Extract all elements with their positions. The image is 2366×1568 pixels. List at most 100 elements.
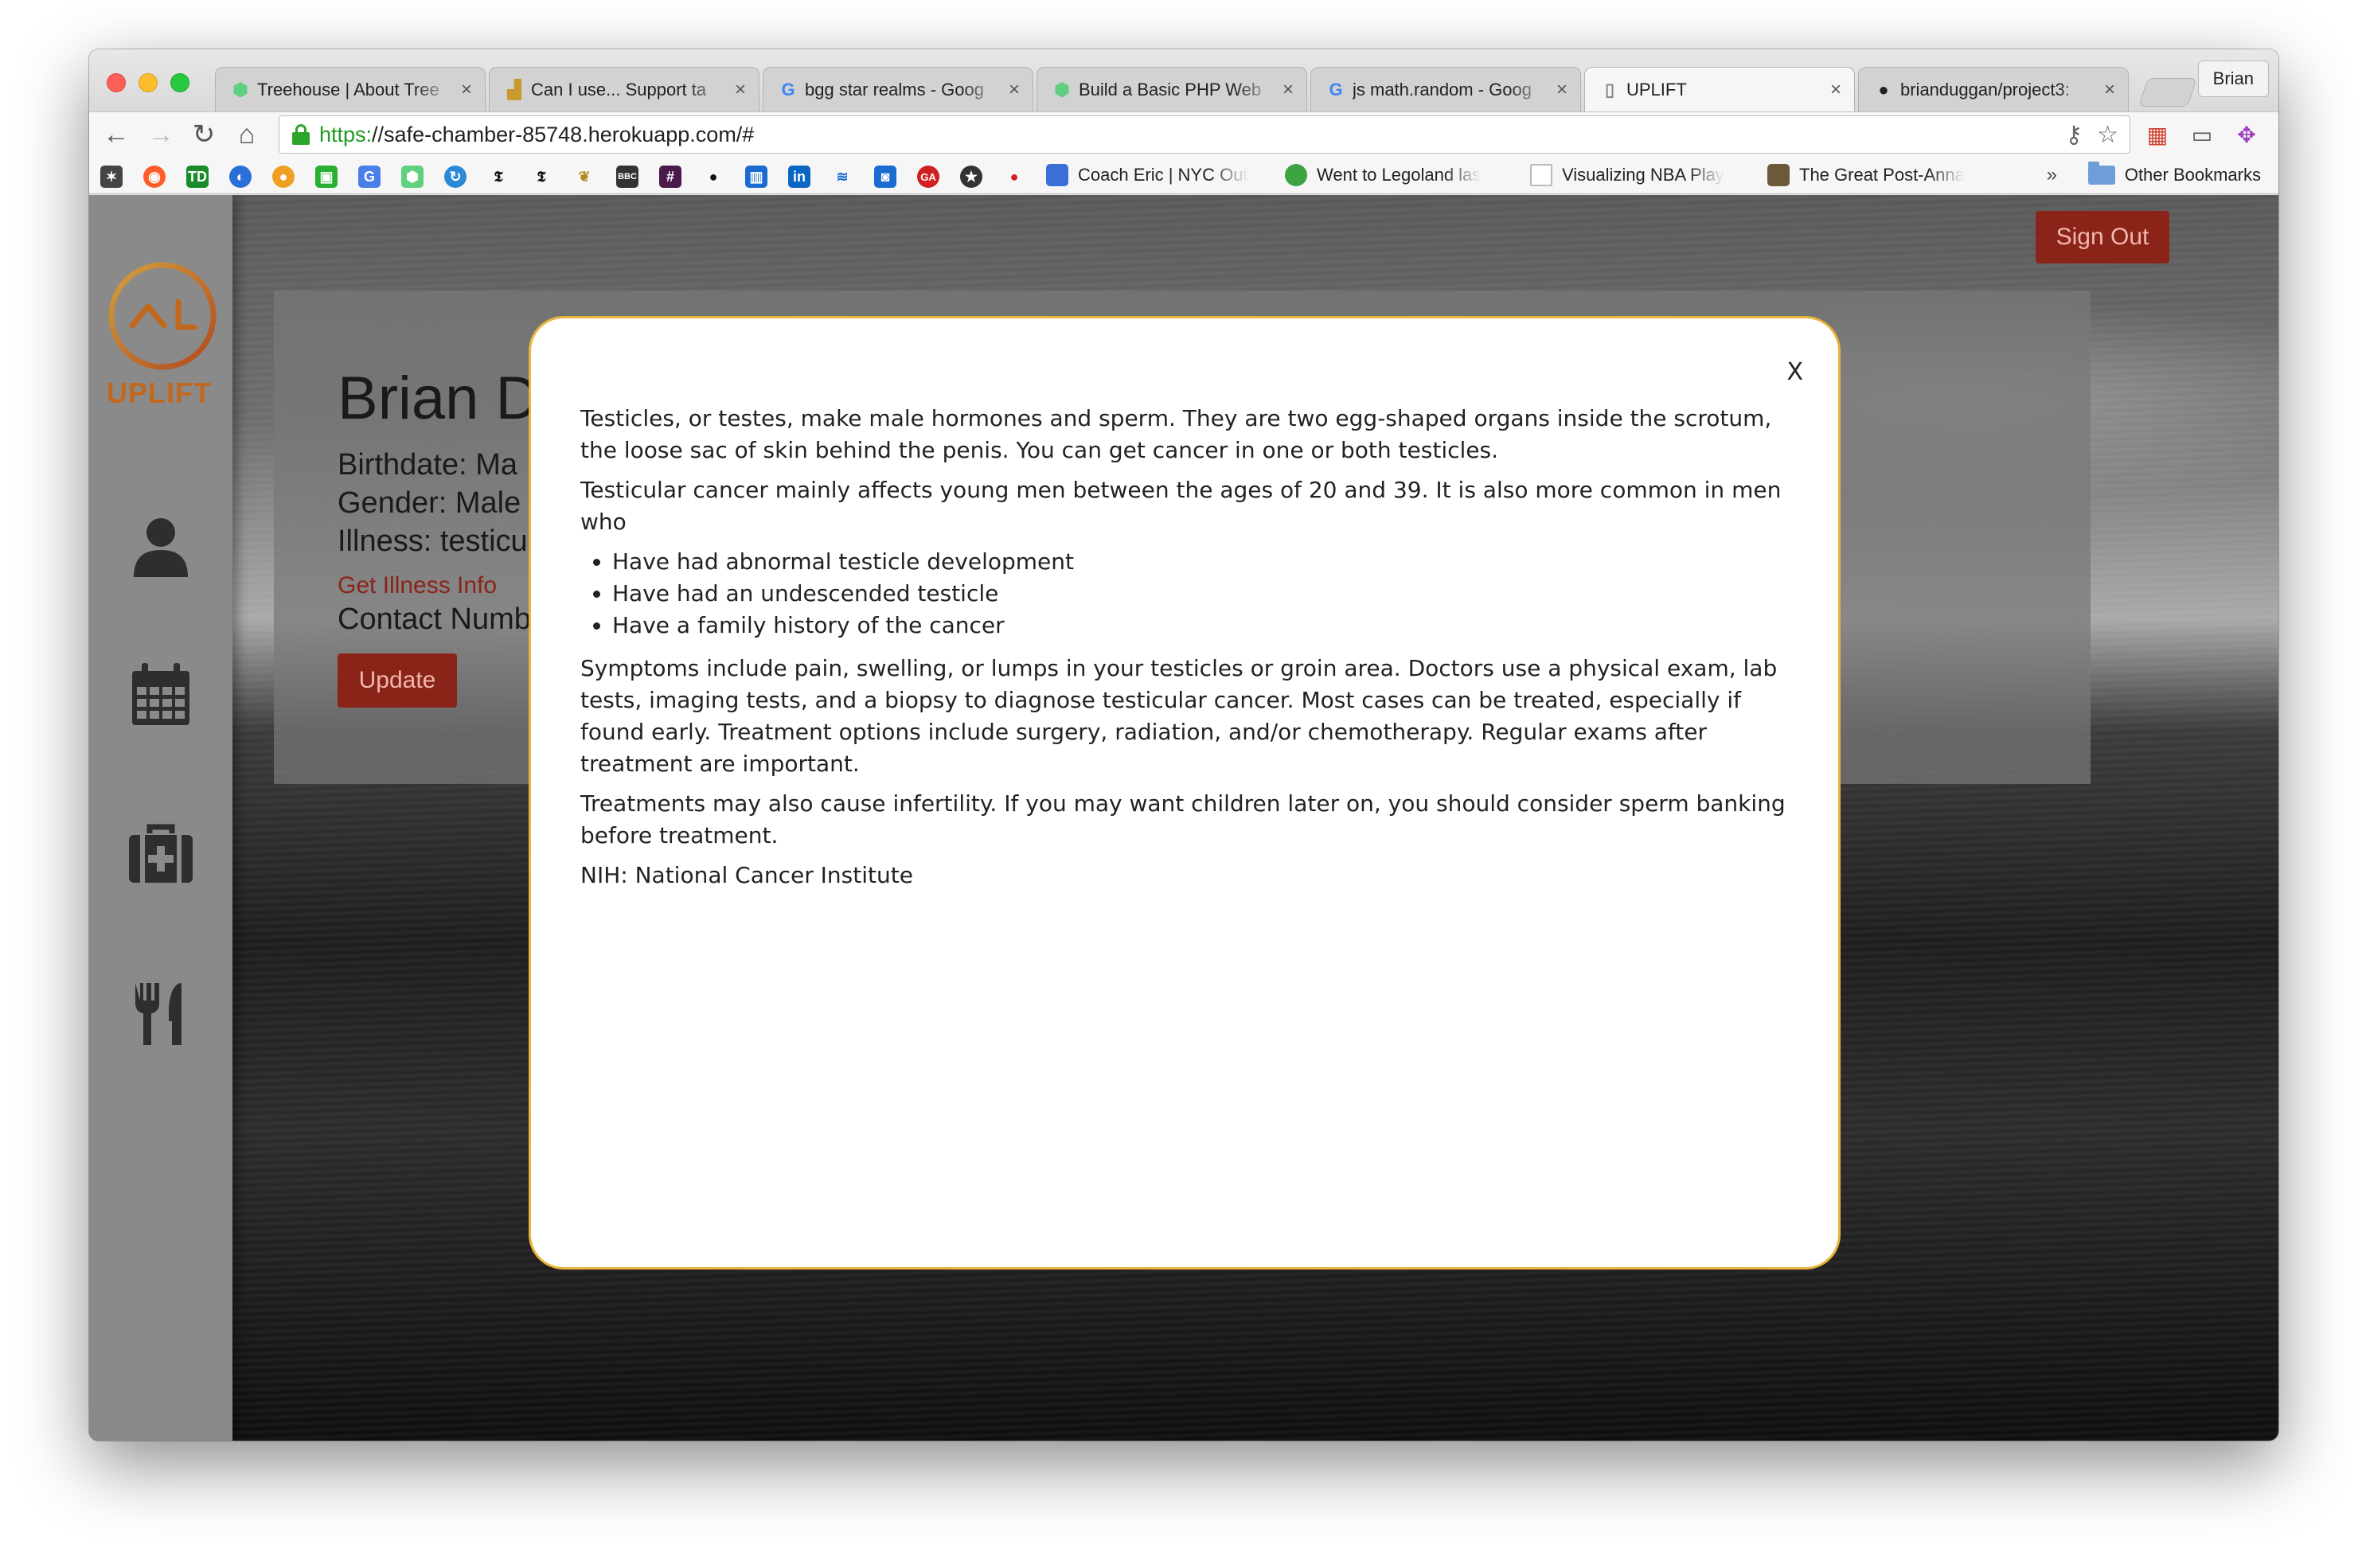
bookmarks-bar: ✶ ◉ TD ◐ ● ▣ G ⬢ ↻ 𝕿 𝕿 ❦ BBC # ● ▥ in ≋ … [89,156,2278,194]
close-icon[interactable]: × [1556,79,1568,101]
tab-google-math-random[interactable]: G js math.random - Goog × [1310,67,1581,111]
modal-paragraph: Testicles, or testes, make male hormones… [580,405,1772,463]
bookmark-nytimes-2-icon[interactable]: 𝕿 [530,166,552,188]
tab-title: Can I use... Support ta [531,79,707,99]
tab-google-star-realms[interactable]: G bgg star realms - Goog × [763,67,1033,111]
tab-uplift[interactable]: ▯ UPLIFT × [1584,67,1855,111]
extension-grid-icon[interactable]: ▦ [2142,119,2173,150]
tab-title: Treehouse | About Tree [257,79,439,99]
modal-paragraph: Symptoms include pain, swelling, or lump… [580,655,1778,777]
bookmark-wave-icon[interactable]: ≋ [831,166,853,188]
bookmark-trello-icon[interactable]: ▥ [745,166,767,188]
bookmark-ga-icon[interactable]: GA [917,166,939,188]
bookmark-coach-eric[interactable]: Coach Eric | NYC Out [1046,162,1285,188]
bookmark-label: Coach Eric | NYC Out [1078,165,1248,185]
caniuse-icon: ▟ [507,79,521,99]
bookmark-nba[interactable]: Visualizing NBA Play [1530,162,1769,188]
close-icon[interactable]: × [461,79,472,101]
get-illness-info-link[interactable]: Get Illness Info [338,572,497,599]
cast-icon[interactable]: ▭ [2186,119,2218,150]
risk-factor-list: Have had abnormal testicle development H… [612,546,1798,642]
tab-title: bgg star realms - Goog [805,79,984,99]
bookmark-td-icon[interactable]: TD [186,166,209,188]
bookmark-sync-icon[interactable]: ↻ [444,166,467,188]
tab-github[interactable]: ● brianduggan/project3: × [1858,67,2129,111]
profile-gender: Gender: Male [338,486,521,520]
close-window-button[interactable] [107,73,126,92]
url-scheme: https: [319,122,373,146]
medical-kit-icon[interactable] [127,821,194,887]
page-icon [1530,164,1552,186]
other-bookmarks-folder[interactable]: Other Bookmarks [2087,162,2261,188]
bookmark-post-anna[interactable]: The Great Post-Anna [1767,162,2006,188]
calendar-icon[interactable] [127,661,194,728]
close-icon[interactable]: × [2104,79,2115,101]
star-icon[interactable]: ☆ [2097,121,2118,149]
google-icon: G [1329,79,1343,99]
back-arrow-icon[interactable]: ← [100,119,132,150]
bookmark-image-icon [1767,164,1790,186]
tab-caniuse[interactable]: ▟ Can I use... Support ta × [489,67,759,111]
close-icon[interactable]: × [1009,79,1020,101]
bookmark-treehouse-icon[interactable]: ⬢ [401,166,424,188]
key-icon[interactable]: ⚷ [2065,121,2083,149]
bookmark-star-icon[interactable]: ★ [960,166,982,188]
tab-php[interactable]: ⬢ Build a Basic PHP Web × [1037,67,1307,111]
bookmark-box-icon[interactable]: ◙ [874,166,896,188]
bookmark-translate-icon[interactable]: G [358,166,381,188]
home-icon[interactable]: ⌂ [231,119,263,150]
extension-move-icon[interactable]: ✥ [2231,119,2263,150]
github-icon: ● [1878,79,1889,99]
fork-knife-icon[interactable] [127,980,194,1047]
modal-paragraph: Testicular cancer mainly affects young m… [580,477,1782,535]
reload-icon[interactable]: ↻ [188,119,220,150]
update-button[interactable]: Update [338,653,457,708]
profile-button[interactable]: Brian [2197,60,2269,97]
bookmark-star-wars-icon[interactable]: ✶ [100,166,123,188]
bookmark-aljazeera-icon[interactable]: ❦ [573,166,595,188]
zoom-window-button[interactable] [170,73,189,92]
bookmark-globe-icon[interactable]: ◐ [229,166,252,188]
profile-birthdate: Birthdate: Ma [338,448,517,482]
close-icon[interactable]: × [1830,79,1841,101]
folder-icon [2087,162,2115,185]
user-icon[interactable] [127,512,194,579]
modal-source: NIH: National Cancer Institute [580,862,913,888]
uplift-logo-icon[interactable] [105,259,220,373]
bookmark-slack-icon[interactable]: # [659,166,681,188]
modal-paragraph: Treatments may also cause infertility. I… [580,790,1786,848]
bookmark-label: Went to Legoland las [1317,165,1482,185]
bookmark-bbc-icon[interactable]: BBC [616,166,638,188]
modal-body: Testicles, or testes, make male hormones… [580,403,1798,899]
bookmark-github-icon[interactable]: ● [702,166,724,188]
new-tab-button[interactable] [2138,78,2197,107]
lock-icon [292,124,310,145]
google-icon: G [781,79,795,99]
bookmarks-overflow-button[interactable]: » [2047,164,2057,186]
profile-contact: Contact Numb [338,603,531,636]
sign-out-button[interactable]: Sign Out [2036,211,2169,263]
close-icon[interactable]: × [1283,79,1294,101]
page-icon: ▯ [1604,79,1615,99]
modal-close-button[interactable]: X [1786,358,1803,386]
minimize-window-button[interactable] [139,73,158,92]
address-bar[interactable]: https://safe-chamber-85748.herokuapp.com… [279,115,2130,154]
tab-strip: ⬢ Treehouse | About Tree × ▟ Can I use..… [89,49,2278,111]
forward-arrow-icon[interactable]: → [145,119,177,150]
bookmark-orange-icon[interactable]: ● [272,166,295,188]
treehouse-icon: ⬢ [1054,79,1070,99]
sidebar: UPLIFT [89,195,232,1441]
other-bookmarks-label: Other Bookmarks [2124,165,2261,185]
profile-illness: Illness: testicu [338,525,528,558]
bookmark-nytimes-icon[interactable]: 𝕿 [487,166,510,188]
bookmark-label: Visualizing NBA Play [1562,165,1724,185]
close-icon[interactable]: × [735,79,746,101]
tab-treehouse[interactable]: ⬢ Treehouse | About Tree × [215,67,486,111]
treehouse-icon: ⬢ [232,79,248,99]
bookmark-reddit-icon[interactable]: ◉ [143,166,166,188]
tab-title: brianduggan/project3: [1900,79,2070,99]
bookmark-color-dots-icon[interactable]: ● [1003,166,1025,188]
bookmark-linkedin-icon[interactable]: in [788,166,810,188]
bookmark-legoland[interactable]: Went to Legoland las [1285,162,1524,188]
bookmark-green-icon[interactable]: ▣ [315,166,338,188]
